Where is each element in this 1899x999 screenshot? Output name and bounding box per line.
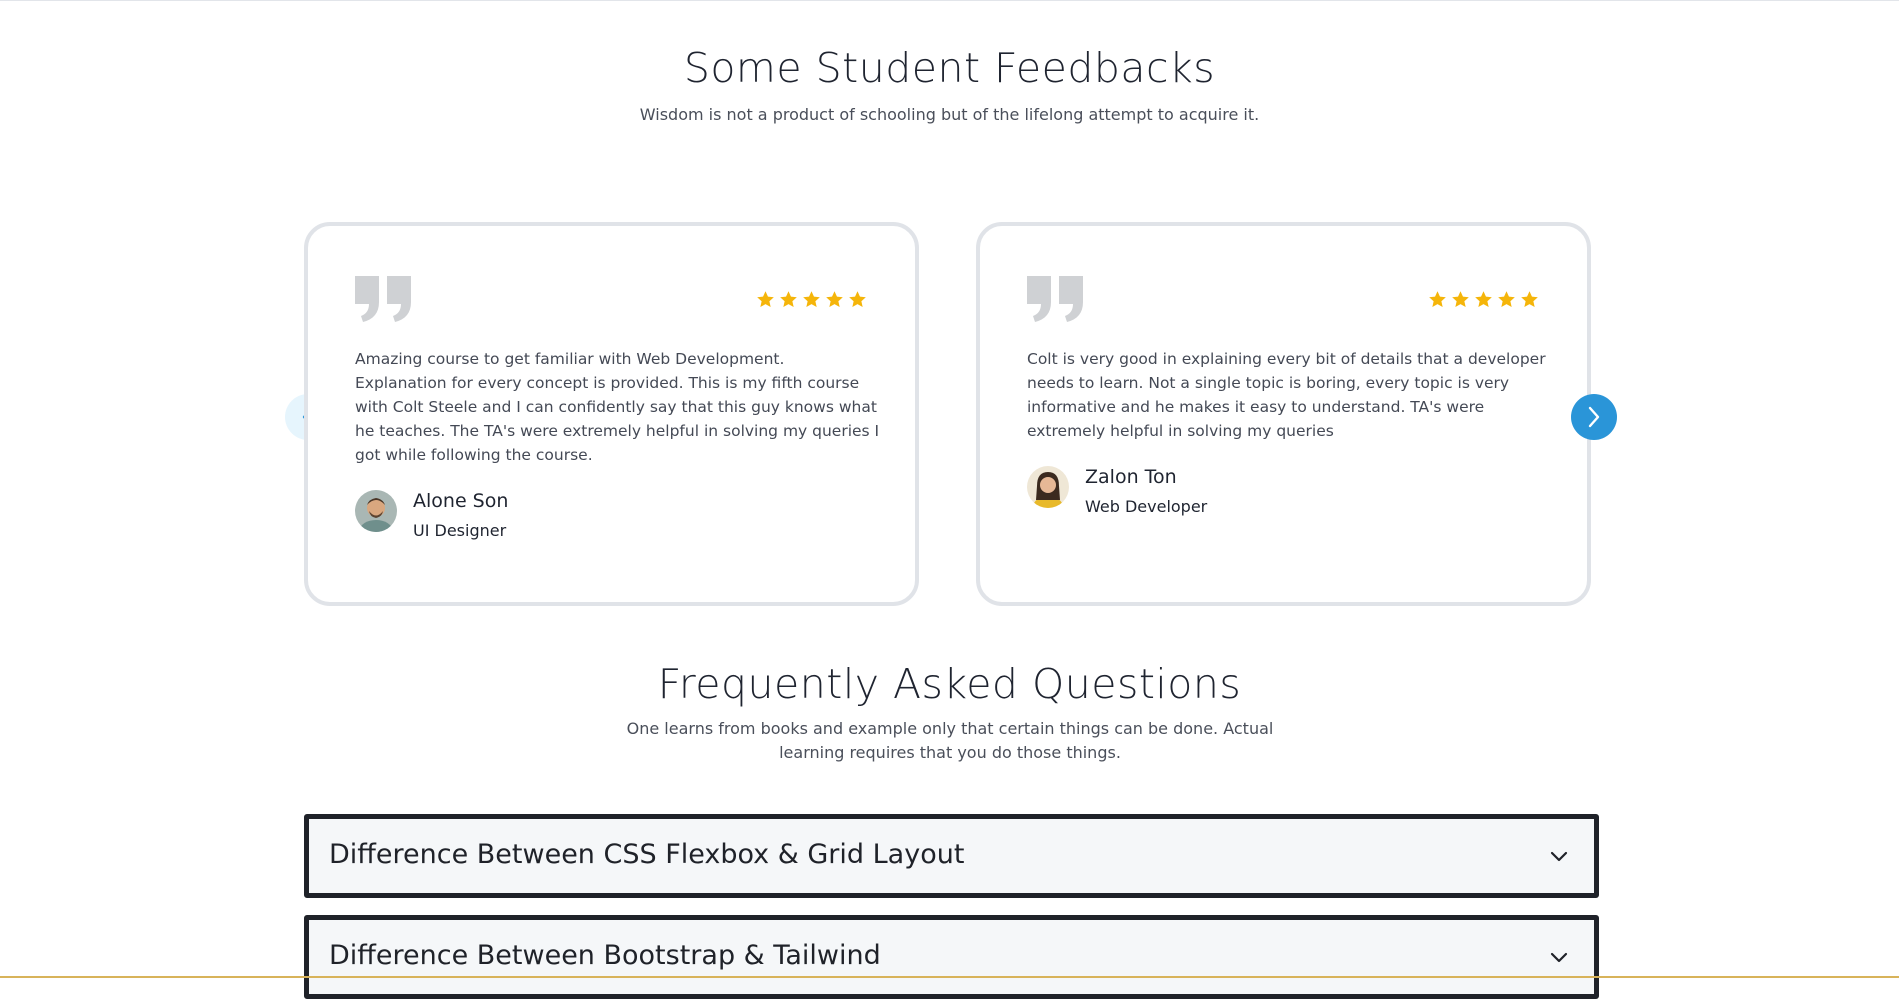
quote-icon <box>355 276 411 322</box>
faq-section-title: Frequently Asked Questions <box>657 660 1242 708</box>
star-icon <box>757 291 774 308</box>
star-icon <box>1429 291 1446 308</box>
star-rating <box>756 290 867 309</box>
star-icon <box>826 291 843 308</box>
reviewer: Alone Son UI Designer <box>355 490 508 542</box>
reviewer-role: UI Designer <box>413 521 507 540</box>
star-icon <box>1475 291 1492 308</box>
faq-question: Difference Between Bootstrap & Tailwind <box>329 940 881 971</box>
star-icon <box>1521 291 1538 308</box>
star-icon <box>1498 291 1515 308</box>
reviewer-name: Alone Son <box>413 490 509 512</box>
avatar <box>1027 466 1069 508</box>
chevron-right-icon <box>1588 406 1600 428</box>
feedback-section-title: Some Student Feedbacks <box>683 44 1216 92</box>
chevron-down-icon <box>1550 851 1568 862</box>
review-text: Amazing course to get familiar with Web … <box>355 350 880 464</box>
quote-icon <box>1027 276 1083 322</box>
star-icon <box>849 291 866 308</box>
faq-item[interactable]: Difference Between Bootstrap & Tailwind <box>304 915 1599 999</box>
faq-section-subtitle: One learns from books and example only t… <box>626 719 1274 762</box>
chevron-down-icon <box>1550 952 1568 963</box>
faq-item[interactable]: Difference Between CSS Flexbox & Grid La… <box>304 814 1599 898</box>
star-icon <box>803 291 820 308</box>
carousel-next-button[interactable] <box>1571 394 1617 440</box>
reviewer-role: Web Developer <box>1085 497 1208 516</box>
review-text: Colt is very good in explaining every bi… <box>1027 350 1546 440</box>
star-rating <box>1428 290 1539 309</box>
avatar <box>355 490 397 532</box>
faq-question: Difference Between CSS Flexbox & Grid La… <box>329 839 965 870</box>
top-divider <box>0 0 1899 1</box>
reviewer: Zalon Ton Web Developer <box>1027 466 1207 518</box>
feedback-section-subtitle: Wisdom is not a product of schooling but… <box>639 105 1260 124</box>
star-icon <box>1452 291 1469 308</box>
reviewer-name: Zalon Ton <box>1085 466 1177 488</box>
testimonial-card: Colt is very good in explaining every bi… <box>976 222 1591 606</box>
star-icon <box>780 291 797 308</box>
testimonial-card: Amazing course to get familiar with Web … <box>304 222 919 606</box>
